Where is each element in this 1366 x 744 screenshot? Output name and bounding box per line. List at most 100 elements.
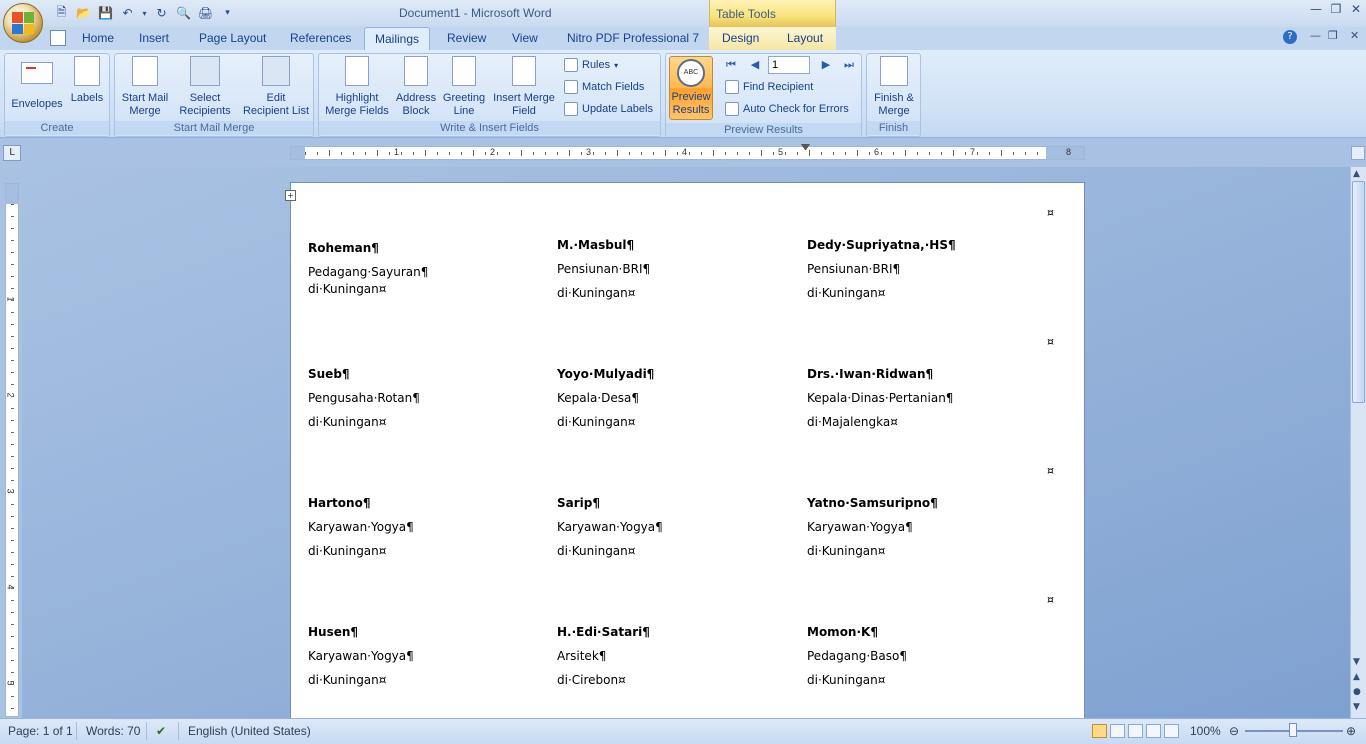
envelopes-button[interactable]: Envelopes	[9, 56, 65, 111]
doc-close-icon[interactable]: ✕	[1350, 29, 1359, 42]
restore-icon[interactable]: ❐	[1330, 2, 1342, 16]
label-cell[interactable]: Hartono¶ Karyawan·Yogya¶ di·Kuningan¤	[308, 496, 414, 558]
select-recipients-button[interactable]: Select Recipients	[173, 56, 237, 118]
label-line2: Karyawan·Yogya¶	[308, 520, 414, 534]
last-record-icon[interactable]: ⏭	[840, 56, 858, 74]
zoom-level[interactable]: 100%	[1190, 724, 1221, 738]
draft-view-icon[interactable]	[1164, 724, 1179, 738]
save-icon[interactable]: 💾	[96, 4, 115, 22]
vertical-scrollbar[interactable]: ▲ ▼ ▲ ● ▼	[1350, 167, 1366, 718]
doc-restore-icon[interactable]: ❐	[1328, 29, 1338, 42]
zoom-slider-thumb[interactable]	[1289, 723, 1297, 737]
ruler-tick	[389, 152, 390, 155]
doc-minimize-icon[interactable]: —	[1310, 29, 1321, 42]
label-cell[interactable]: M.·Masbul¶ Pensiunan·BRI¶ di·Kuningan¤	[557, 238, 650, 300]
ruler-tick	[11, 648, 14, 649]
update-labels-button[interactable]: Update Labels	[564, 100, 653, 118]
label-cell[interactable]: Yoyo·Mulyadi¶ Kepala·Desa¶ di·Kuningan¤	[557, 367, 654, 429]
tab-layout[interactable]: Layout	[771, 27, 836, 50]
office-button[interactable]	[3, 3, 43, 43]
label-cell[interactable]: Yatno·Samsuripno¶ Karyawan·Yogya¶ di·Kun…	[807, 496, 938, 558]
redo-icon[interactable]: ↻	[152, 4, 171, 22]
tab-page-layout[interactable]: Page Layout	[199, 31, 266, 50]
proofing-icon[interactable]: ✔	[156, 724, 166, 738]
customize-toolbar-icon[interactable]: ▾	[218, 4, 237, 22]
print-icon[interactable]: 🖨	[196, 4, 215, 22]
match-fields-button[interactable]: Match Fields	[564, 78, 644, 96]
tab-mailings[interactable]: Mailings	[364, 27, 430, 51]
tab-insert[interactable]: Insert	[139, 31, 169, 50]
ruler-tick	[317, 152, 318, 155]
greeting-line-button[interactable]: Greeting Line	[440, 56, 488, 118]
browse-object-icon[interactable]: ●	[1353, 687, 1361, 697]
tab-references[interactable]: References	[290, 31, 351, 50]
record-number-input[interactable]: 1	[768, 56, 810, 74]
ruler-tick	[1025, 152, 1026, 155]
document-icon[interactable]	[50, 30, 66, 46]
tab-review[interactable]: Review	[447, 31, 486, 50]
label-cell[interactable]: Drs.·Iwan·Ridwan¶ Kepala·Dinas·Pertanian…	[807, 367, 953, 429]
label-cell[interactable]: Sarip¶ Karyawan·Yogya¶ di·Kuningan¤	[557, 496, 663, 558]
tab-stop-selector[interactable]: L	[3, 145, 21, 161]
help-icon[interactable]: ?	[1283, 30, 1297, 44]
zoom-in-icon[interactable]: ⊕	[1346, 724, 1356, 738]
close-icon[interactable]: ✕	[1350, 2, 1362, 16]
label-name: Yatno·Samsuripno¶	[807, 496, 938, 510]
print-layout-view-icon[interactable]	[1092, 724, 1107, 738]
label-line3: di·Kuningan¤	[557, 415, 636, 429]
label-cell[interactable]: Dedy·Supriyatna,·HS¶ Pensiunan·BRI¶ di·K…	[807, 238, 956, 300]
highlight-merge-fields-icon	[345, 56, 369, 86]
new-document-icon[interactable]: 🗎	[52, 4, 71, 22]
highlight-merge-fields-button[interactable]: Highlight Merge Fields	[322, 56, 392, 118]
next-record-icon[interactable]: ▶	[817, 56, 835, 74]
first-record-icon[interactable]: ⏮	[722, 56, 740, 74]
tab-nitro-pdf[interactable]: Nitro PDF Professional 7	[567, 31, 699, 50]
word-count[interactable]: Words: 70	[86, 724, 140, 738]
language-indicator[interactable]: English (United States)	[188, 724, 311, 738]
undo-dropdown-icon[interactable]: ▾	[140, 4, 149, 22]
label-cell[interactable]: Husen¶ Karyawan·Yogya¶ di·Kuningan¤	[308, 625, 414, 687]
table-move-handle-icon[interactable]: +	[285, 190, 296, 201]
ruler-tick	[965, 152, 966, 155]
address-block-button[interactable]: Address Block	[393, 56, 439, 118]
labels-button[interactable]: Labels	[67, 56, 107, 105]
print-preview-icon[interactable]: 🔍	[174, 4, 193, 22]
label-name: Hartono¶	[308, 496, 371, 510]
web-layout-view-icon[interactable]	[1128, 724, 1143, 738]
previous-page-icon[interactable]: ▲	[1353, 672, 1360, 682]
open-folder-icon[interactable]: 📂	[74, 4, 93, 22]
rules-button[interactable]: Rules ▾	[564, 56, 618, 74]
scrollbar-thumb[interactable]	[1352, 181, 1365, 403]
tab-view[interactable]: View	[512, 31, 538, 50]
label-cell[interactable]: Momon·K¶ Pedagang·Baso¶ di·Kuningan¤	[807, 625, 907, 687]
auto-check-errors-button[interactable]: Auto Check for Errors	[725, 100, 849, 118]
insert-merge-field-button[interactable]: Insert Merge Field	[489, 56, 559, 118]
zoom-out-icon[interactable]: ⊖	[1229, 724, 1239, 738]
labels-icon	[74, 56, 100, 86]
finish-merge-button[interactable]: Finish & Merge	[870, 56, 918, 118]
undo-icon[interactable]: ↶	[118, 4, 137, 22]
label-cell[interactable]: Roheman¶ Pedagang·Sayuran¶ di·Kuningan¤	[308, 241, 428, 296]
preview-results-button[interactable]: ABC Preview Results	[669, 56, 713, 120]
vertical-ruler[interactable]: 1 2 3 4 5	[5, 183, 19, 717]
start-mail-merge-button[interactable]: Start Mail Merge	[117, 56, 173, 118]
scroll-up-icon[interactable]: ▲	[1353, 169, 1360, 179]
view-ruler-icon[interactable]	[1351, 146, 1365, 160]
tab-home[interactable]: Home	[82, 31, 114, 50]
tab-design[interactable]: Design	[709, 27, 771, 50]
document-page[interactable]: + ¤ ¤ ¤ ¤ Roheman¶ Pedagang·Sayuran¶ di·…	[285, 182, 1085, 718]
scroll-down-icon[interactable]: ▼	[1353, 657, 1360, 667]
ruler-tick	[521, 150, 522, 156]
previous-record-icon[interactable]: ◀	[746, 56, 764, 74]
horizontal-ruler[interactable]: 1 2 3 4 5 6 7 8	[290, 144, 1085, 160]
label-cell[interactable]: H.·Edi·Satari¶ Arsitek¶ di·Cirebon¤	[557, 625, 650, 687]
outline-view-icon[interactable]	[1146, 724, 1161, 738]
minimize-icon[interactable]: —	[1310, 2, 1322, 16]
full-screen-reading-view-icon[interactable]	[1110, 724, 1125, 738]
edit-recipient-list-button[interactable]: Edit Recipient List	[239, 56, 313, 118]
next-page-icon[interactable]: ▼	[1353, 702, 1360, 712]
label-cell[interactable]: Sueb¶ Pengusaha·Rotan¶ di·Kuningan¤	[308, 367, 420, 429]
document-area[interactable]: + ¤ ¤ ¤ ¤ Roheman¶ Pedagang·Sayuran¶ di·…	[22, 167, 1350, 718]
page-count[interactable]: Page: 1 of 1	[8, 724, 73, 738]
find-recipient-button[interactable]: Find Recipient	[725, 78, 813, 96]
